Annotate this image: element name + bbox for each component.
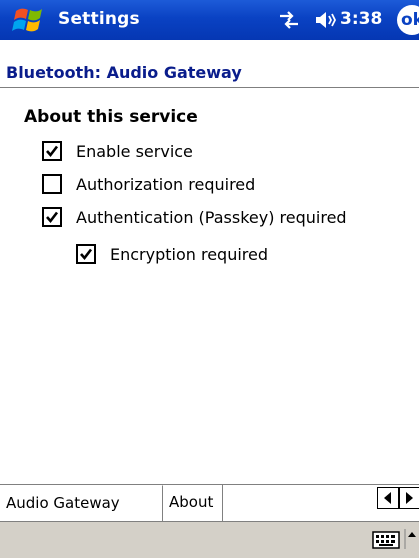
keyboard-icon[interactable]	[372, 530, 400, 550]
tab-strip: Audio Gateway About	[0, 484, 419, 521]
checkmark-icon	[46, 145, 59, 158]
arrow-left-icon	[384, 492, 391, 504]
title-bar: Settings 3:38 ok	[0, 0, 419, 40]
arrow-right-icon	[406, 492, 413, 504]
authorization-required-option[interactable]: Authorization required	[42, 172, 255, 196]
connectivity-icon[interactable]	[277, 11, 301, 29]
input-panel-arrow-icon[interactable]	[404, 527, 416, 551]
encryption-required-checkbox[interactable]	[76, 244, 96, 264]
clock[interactable]: 3:38	[340, 9, 382, 29]
enable-service-checkbox[interactable]	[42, 141, 62, 161]
checkmark-icon	[46, 211, 59, 224]
encryption-required-label: Encryption required	[110, 244, 269, 264]
authentication-required-label: Authentication (Passkey) required	[76, 207, 347, 227]
tab-scroll-left-button[interactable]	[377, 487, 399, 509]
enable-service-label: Enable service	[76, 141, 193, 161]
tab-about[interactable]: About	[163, 485, 223, 521]
section-heading: About this service	[24, 107, 198, 127]
tab-scroll-right-button[interactable]	[399, 487, 419, 509]
tab-audio-gateway[interactable]: Audio Gateway	[0, 485, 163, 521]
authentication-required-checkbox[interactable]	[42, 207, 62, 227]
ok-button[interactable]: ok	[397, 5, 419, 35]
encryption-required-option[interactable]: Encryption required	[76, 242, 268, 266]
app-title: Settings	[58, 9, 140, 29]
menu-bar	[0, 521, 419, 558]
page-title: Bluetooth: Audio Gateway	[6, 63, 242, 82]
authentication-required-option[interactable]: Authentication (Passkey) required	[42, 205, 347, 229]
authorization-required-checkbox[interactable]	[42, 174, 62, 194]
volume-icon[interactable]	[313, 10, 337, 30]
authorization-required-label: Authorization required	[76, 174, 256, 194]
enable-service-option[interactable]: Enable service	[42, 139, 193, 163]
checkmark-icon	[80, 248, 93, 261]
windows-flag-icon[interactable]	[10, 6, 50, 34]
